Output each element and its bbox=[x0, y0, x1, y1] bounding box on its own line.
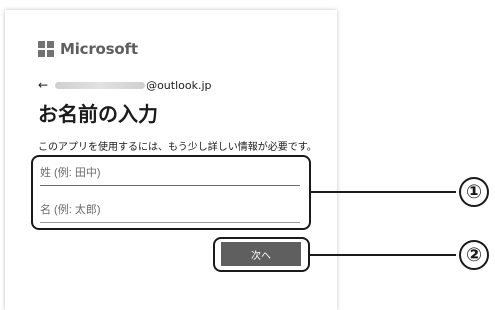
email-domain: @outlook.jp bbox=[146, 78, 212, 92]
logo-text: Microsoft bbox=[60, 40, 138, 58]
name-fields-highlight bbox=[31, 155, 311, 230]
account-identity: ← @outlook.jp bbox=[38, 78, 212, 92]
page-title: お名前の入力 bbox=[38, 102, 158, 126]
callout-line-2 bbox=[310, 254, 456, 256]
next-button-highlight bbox=[213, 237, 310, 272]
masked-email-user bbox=[55, 81, 146, 89]
windows-logo-icon bbox=[38, 41, 54, 57]
callout-badge-1: ① bbox=[459, 177, 489, 207]
form-description: このアプリを使用するには、もう少し詳しい情報が必要です。 bbox=[38, 142, 317, 153]
callout-badge-2: ② bbox=[459, 240, 489, 270]
back-arrow-icon[interactable]: ← bbox=[38, 78, 48, 92]
microsoft-logo: Microsoft bbox=[38, 40, 138, 58]
callout-line-1 bbox=[311, 191, 456, 193]
